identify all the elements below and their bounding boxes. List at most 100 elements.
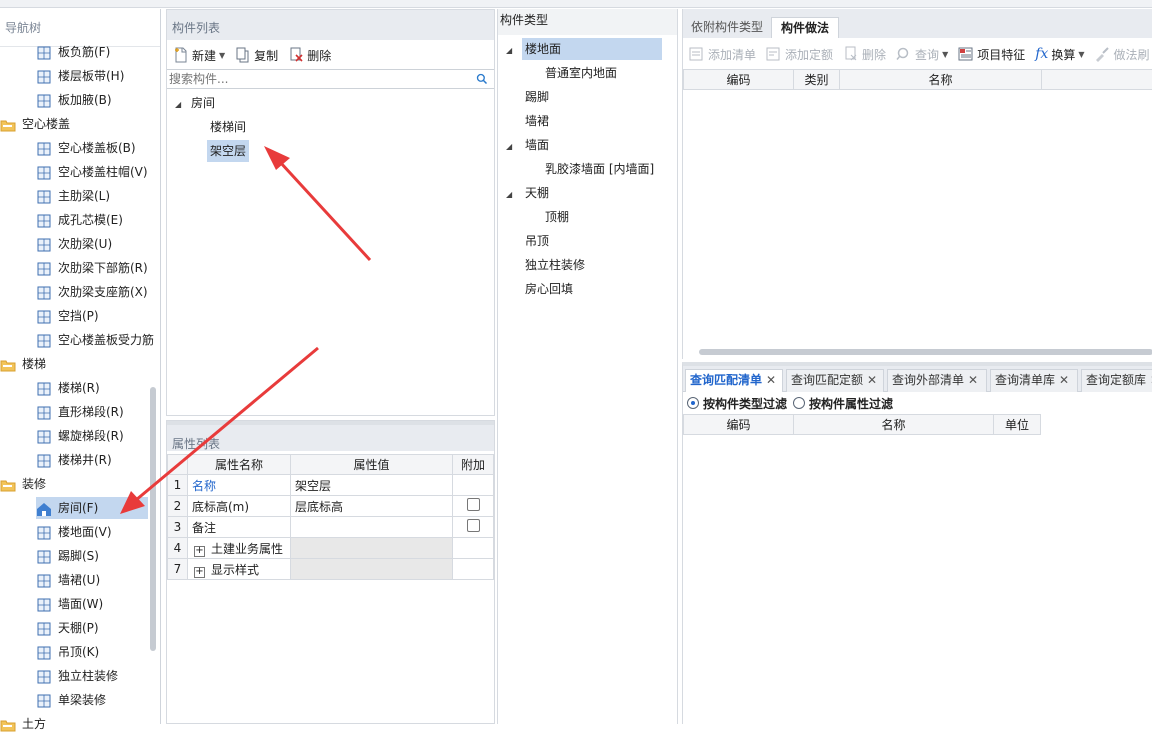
convert-label: 换算 bbox=[1051, 47, 1076, 62]
tab-component-method[interactable]: 构件做法 bbox=[771, 17, 839, 38]
nav-item[interactable]: 直形梯段(R) bbox=[36, 401, 148, 423]
nav-item[interactable]: 次肋梁支座筋(X) bbox=[36, 281, 148, 303]
add-quota-button[interactable]: 添加定额 bbox=[766, 46, 833, 63]
item-feature-button[interactable]: 项目特征 bbox=[958, 46, 1025, 63]
nav-item[interactable]: 空挡(P) bbox=[36, 305, 148, 327]
search-icon[interactable] bbox=[476, 73, 488, 85]
close-icon[interactable]: ✕ bbox=[1059, 373, 1069, 387]
method-hscrollbar[interactable] bbox=[699, 349, 1152, 355]
property-value-cell[interactable] bbox=[290, 558, 453, 580]
nav-item-label: 空挡(P) bbox=[58, 309, 99, 323]
collapse-arrow-icon[interactable]: ◢ bbox=[506, 184, 522, 206]
collapse-arrow-icon[interactable]: ◢ bbox=[506, 136, 522, 158]
nav-item[interactable]: 楼层板带(H) bbox=[36, 65, 148, 87]
component-type-item[interactable]: 顶棚 bbox=[542, 206, 572, 228]
property-value-cell[interactable]: 层底标高 bbox=[290, 495, 453, 517]
query-button[interactable]: 查询 ▼ bbox=[896, 46, 948, 63]
nav-scrollbar[interactable] bbox=[150, 387, 156, 651]
nav-item[interactable]: 次肋梁下部筋(R) bbox=[36, 257, 148, 279]
nav-item[interactable]: 空心楼盖板受力筋 bbox=[36, 329, 154, 351]
component-type-item[interactable]: ◢ 楼地面 bbox=[506, 38, 662, 60]
query-dropdown-icon[interactable]: ▼ bbox=[942, 50, 948, 59]
collapse-arrow-icon[interactable]: ◢ bbox=[506, 40, 522, 62]
close-icon[interactable]: ✕ bbox=[867, 373, 877, 387]
component-tree-parent[interactable]: ◢ 房间 bbox=[175, 92, 215, 114]
close-icon[interactable]: ✕ bbox=[766, 373, 776, 387]
nav-item[interactable]: 楼梯井(R) bbox=[36, 449, 148, 471]
query-tab[interactable]: 查询定额库✕ bbox=[1081, 369, 1152, 392]
component-type-item[interactable]: 吊顶 bbox=[506, 230, 552, 252]
fx-icon: fx bbox=[1035, 46, 1049, 62]
convert-button[interactable]: fx 换算 ▼ bbox=[1035, 46, 1084, 63]
method-brush-button[interactable]: 做法刷 bbox=[1094, 46, 1150, 63]
nav-item[interactable]: 楼地面(V) bbox=[36, 521, 148, 543]
component-search-input[interactable] bbox=[167, 70, 467, 88]
property-value-cell[interactable]: 架空层 bbox=[290, 474, 453, 496]
component-type-item[interactable]: ◢ 天棚 bbox=[506, 182, 552, 204]
component-type-label: 墙面 bbox=[525, 138, 550, 152]
component-type-item[interactable]: 独立柱装修 bbox=[506, 254, 588, 276]
component-type-item[interactable]: 房心回填 bbox=[506, 278, 576, 300]
component-type-item[interactable]: 踢脚 bbox=[506, 86, 552, 108]
property-row[interactable]: 2 底标高(m) 层底标高 bbox=[167, 495, 494, 517]
new-button[interactable]: 新建 ▼ bbox=[173, 47, 225, 64]
nav-item[interactable]: 踢脚(S) bbox=[36, 545, 148, 567]
nav-item[interactable]: 天棚(P) bbox=[36, 617, 148, 639]
nav-item[interactable]: 墙裙(U) bbox=[36, 569, 148, 591]
query-tab[interactable]: 查询匹配定额 ✕ bbox=[786, 369, 884, 392]
extra-checkbox[interactable] bbox=[466, 519, 480, 532]
add-list-button[interactable]: 添加清单 bbox=[689, 46, 756, 63]
tab-attached-type[interactable]: 依附构件类型 bbox=[683, 17, 771, 38]
nav-item-label: 楼梯井(R) bbox=[58, 453, 112, 467]
nav-item[interactable]: 单梁装修 bbox=[36, 689, 148, 711]
nav-item[interactable]: 螺旋梯段(R) bbox=[36, 425, 148, 447]
property-value-cell[interactable] bbox=[290, 516, 453, 538]
nav-item[interactable]: 板负筋(F) bbox=[36, 41, 148, 63]
component-type-item[interactable]: 墙裙 bbox=[506, 110, 552, 132]
nav-item[interactable]: 吊顶(K) bbox=[36, 641, 148, 663]
filter-by-attr-radio[interactable]: 按构件属性过滤 bbox=[793, 395, 893, 412]
delete-button[interactable]: 删除 bbox=[288, 47, 331, 64]
nav-item[interactable]: 次肋梁(U) bbox=[36, 233, 148, 255]
component-type-item[interactable]: ◢ 墙面 bbox=[506, 134, 552, 156]
nav-item[interactable]: 房间(F) bbox=[36, 497, 148, 519]
close-icon[interactable]: ✕ bbox=[968, 373, 978, 387]
property-row[interactable]: 4 + 土建业务属性 bbox=[167, 537, 494, 559]
extra-checkbox[interactable] bbox=[466, 498, 480, 511]
nav-item[interactable]: 楼梯(R) bbox=[36, 377, 148, 399]
component-type-label: 墙裙 bbox=[525, 114, 550, 128]
nav-item[interactable]: 空心楼盖柱帽(V) bbox=[36, 161, 148, 183]
property-row[interactable]: 1 名称 架空层 bbox=[167, 474, 494, 496]
nav-item[interactable]: 板加腋(B) bbox=[36, 89, 148, 111]
collapse-arrow-icon[interactable]: ◢ bbox=[175, 100, 181, 109]
component-tree-item[interactable]: 楼梯间 bbox=[207, 116, 249, 138]
query-filter-row: 按构件类型过滤 按构件属性过滤 bbox=[683, 392, 1152, 414]
nav-item[interactable]: 成孔芯模(E) bbox=[36, 209, 148, 231]
property-extra-cell bbox=[452, 516, 494, 538]
nav-group[interactable]: 楼梯 bbox=[0, 353, 150, 375]
component-tree-item-selected[interactable]: 架空层 bbox=[207, 140, 250, 162]
filter-by-type-radio[interactable]: 按构件类型过滤 bbox=[687, 395, 787, 412]
nav-group[interactable]: 土方 bbox=[0, 713, 150, 735]
new-dropdown-icon[interactable]: ▼ bbox=[219, 51, 225, 60]
property-row[interactable]: 7 + 显示样式 bbox=[167, 558, 494, 580]
nav-item[interactable]: 空心楼盖板(B) bbox=[36, 137, 148, 159]
nav-item-label: 空心楼盖 bbox=[22, 117, 71, 131]
query-tab[interactable]: 查询外部清单 ✕ bbox=[887, 369, 987, 392]
nav-item[interactable]: 墙面(W) bbox=[36, 593, 148, 615]
nav-group[interactable]: 空心楼盖 bbox=[0, 113, 150, 135]
query-tab[interactable]: 查询清单库 ✕ bbox=[990, 369, 1078, 392]
convert-dropdown-icon[interactable]: ▼ bbox=[1078, 50, 1084, 59]
nav-item[interactable]: 主肋梁(L) bbox=[36, 185, 148, 207]
component-type-item[interactable]: 普通室内地面 bbox=[542, 62, 620, 84]
query-tab[interactable]: 查询匹配清单 ✕ bbox=[685, 369, 783, 392]
copy-button[interactable]: 复制 bbox=[235, 47, 278, 64]
expand-plus-icon[interactable]: + bbox=[194, 566, 205, 578]
nav-group[interactable]: 装修 bbox=[0, 473, 150, 495]
expand-plus-icon[interactable]: + bbox=[194, 545, 205, 557]
property-row[interactable]: 3 备注 bbox=[167, 516, 494, 538]
property-value-cell[interactable] bbox=[290, 537, 453, 559]
method-delete-button[interactable]: 删除 bbox=[843, 46, 886, 63]
component-type-item[interactable]: 乳胶漆墙面 [内墙面] bbox=[542, 158, 657, 180]
nav-item[interactable]: 独立柱装修 bbox=[36, 665, 148, 687]
